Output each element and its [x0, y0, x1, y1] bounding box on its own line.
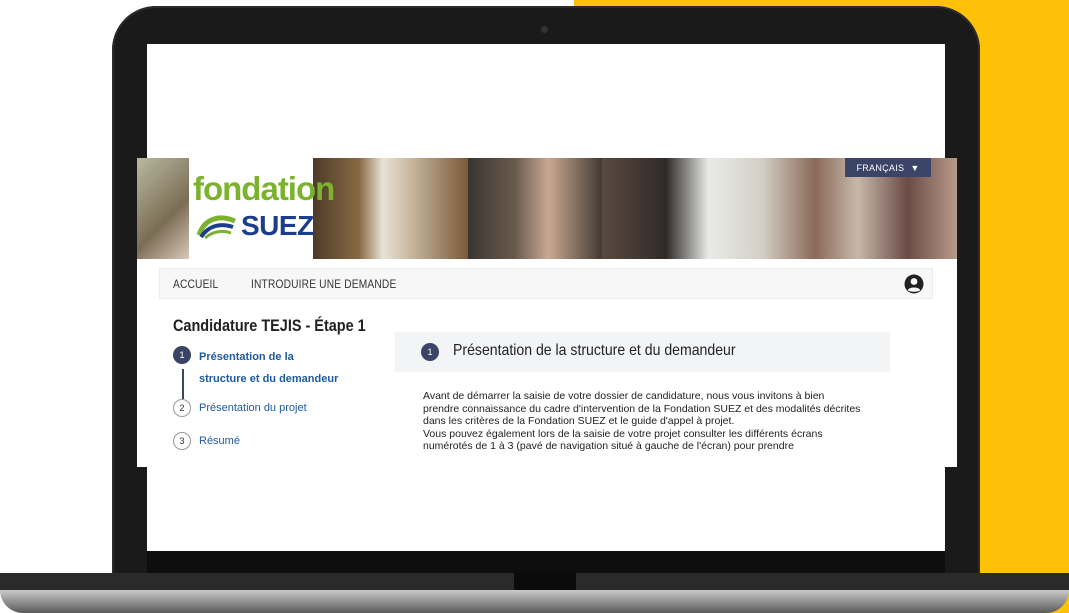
section-header: 1 Présentation de la structure et du dem…: [395, 332, 890, 372]
banner-photo-children: [137, 158, 189, 259]
paragraph-1: Avant de démarrer la saisie de votre dos…: [423, 390, 861, 428]
step-label-1-line2: structure et du demandeur: [199, 373, 339, 385]
step-number-3: 3: [173, 432, 191, 450]
sidebar-title: Candidature TEJIS - Étape 1: [173, 316, 366, 335]
banner-photo-poster: [313, 158, 468, 259]
step-label-1: Présentation de la structure et du deman…: [199, 346, 338, 390]
step-label-2: Présentation du projet: [199, 402, 307, 414]
step-label-1-line1: Présentation de la: [199, 351, 294, 363]
step-item-2[interactable]: 2 Présentation du projet: [173, 399, 307, 417]
step-label-3: Résumé: [199, 435, 240, 447]
logo-suez-text: SUEZ: [241, 210, 314, 241]
section-body: Avant de démarrer la saisie de votre dos…: [423, 390, 863, 453]
webcam: [541, 26, 548, 33]
language-selector[interactable]: FRANÇAIS ▼: [845, 158, 931, 177]
nav-introduire-demande[interactable]: INTRODUIRE UNE DEMANDE: [251, 277, 396, 291]
language-label: FRANÇAIS: [856, 162, 905, 173]
logo-fondation-text: fondation: [193, 170, 335, 207]
step-item-3[interactable]: 3 Résumé: [173, 432, 240, 450]
webpage: fondation SUEZ FRANÇAIS ▼ ACCUEIL INTROD…: [137, 158, 957, 467]
chevron-down-icon: ▼: [910, 162, 920, 173]
main-navbar: ACCUEIL INTRODUIRE UNE DEMANDE: [159, 268, 933, 299]
banner-photo-girls: [468, 158, 602, 259]
step-number-2: 2: [173, 399, 191, 417]
user-circle-icon[interactable]: [904, 274, 924, 294]
paragraph-2: Vous pouvez également lors de la saisie …: [423, 427, 823, 453]
suez-wave-icon: [196, 215, 236, 240]
laptop-base: [0, 590, 1069, 613]
header-banner: fondation SUEZ FRANÇAIS ▼: [137, 158, 957, 259]
screen-bezel-bottom: [147, 551, 945, 573]
section-number: 1: [421, 343, 439, 361]
section-title: Présentation de la structure et du deman…: [453, 342, 736, 359]
nav-accueil[interactable]: ACCUEIL: [173, 277, 218, 291]
step-number-1: 1: [173, 346, 191, 364]
step-item-1[interactable]: 1 Présentation de la structure et du dem…: [173, 346, 338, 390]
